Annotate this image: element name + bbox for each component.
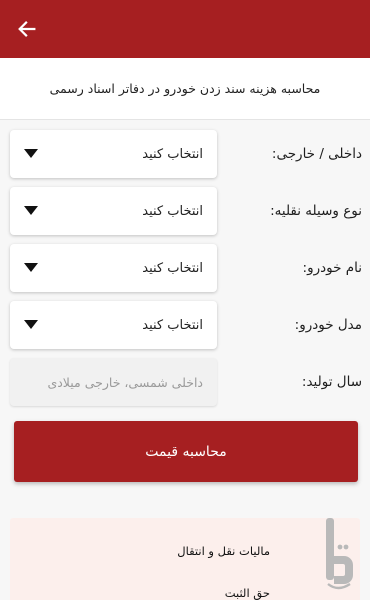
page-subtitle: محاسبه هزینه سند زدن خودرو در دفاتر اسنا…	[49, 81, 321, 96]
year-label: سال تولید:	[301, 374, 362, 390]
back-button[interactable]	[12, 14, 42, 44]
form-row-car-model: مدل خودرو: انتخاب کنید	[0, 301, 370, 349]
store-watermark-icon	[326, 518, 353, 590]
year-input-box[interactable]	[10, 358, 217, 406]
origin-select-value: انتخاب کنید	[142, 146, 203, 162]
origin-label: داخلی / خارجی:	[271, 146, 362, 162]
year-input[interactable]	[10, 358, 217, 406]
form-row-vehicle-type: نوع وسیله نقلیه: انتخاب کنید	[0, 187, 370, 235]
dropdown-arrow-icon	[24, 206, 38, 215]
page-subtitle-bar: محاسبه هزینه سند زدن خودرو در دفاتر اسنا…	[0, 58, 370, 120]
dropdown-arrow-icon	[24, 149, 38, 158]
car-model-select-value: انتخاب کنید	[142, 317, 203, 333]
arrow-left-icon	[18, 21, 36, 37]
vehicle-type-label: نوع وسیله نقلیه:	[270, 203, 362, 219]
car-name-select[interactable]: انتخاب کنید	[10, 244, 217, 292]
car-name-select-value: انتخاب کنید	[142, 260, 203, 276]
app-bar	[0, 0, 370, 58]
transfer-tax-label: مالیات نقل و انتقال	[177, 544, 270, 558]
vehicle-type-select[interactable]: انتخاب کنید	[10, 187, 217, 235]
vehicle-type-select-value: انتخاب کنید	[142, 203, 203, 219]
form-row-origin: داخلی / خارجی: انتخاب کنید	[0, 130, 370, 178]
dropdown-arrow-icon	[24, 320, 38, 329]
result-card: مالیات نقل و انتقال حق الثبت	[10, 518, 360, 600]
calculate-price-button[interactable]: محاسبه قیمت	[14, 421, 358, 482]
dropdown-arrow-icon	[24, 263, 38, 272]
car-model-select[interactable]: انتخاب کنید	[10, 301, 217, 349]
car-name-label: نام خودرو:	[302, 260, 362, 276]
car-model-label: مدل خودرو:	[294, 317, 362, 333]
form-row-year: سال تولید:	[0, 358, 370, 406]
form-row-car-name: نام خودرو: انتخاب کنید	[0, 244, 370, 292]
registration-fee-label: حق الثبت	[224, 586, 270, 600]
origin-select[interactable]: انتخاب کنید	[10, 130, 217, 178]
